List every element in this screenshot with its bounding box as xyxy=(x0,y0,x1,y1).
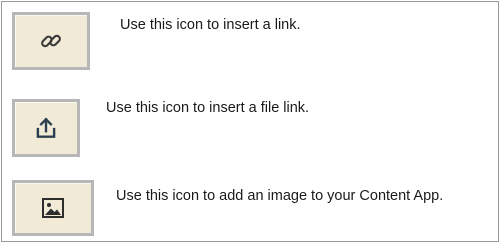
link-description: Use this icon to insert a link. xyxy=(120,17,301,33)
upload-icon xyxy=(36,117,56,138)
help-panel: Use this icon to insert a link. Use this… xyxy=(1,1,499,242)
image-description: Use this icon to add an image to your Co… xyxy=(116,188,444,204)
link-icon xyxy=(41,34,61,48)
insert-link-button[interactable] xyxy=(12,12,90,70)
image-icon xyxy=(42,198,64,218)
file-link-description: Use this icon to insert a file link. xyxy=(106,100,310,116)
insert-file-link-button[interactable] xyxy=(12,99,80,157)
add-image-button[interactable] xyxy=(12,180,94,236)
